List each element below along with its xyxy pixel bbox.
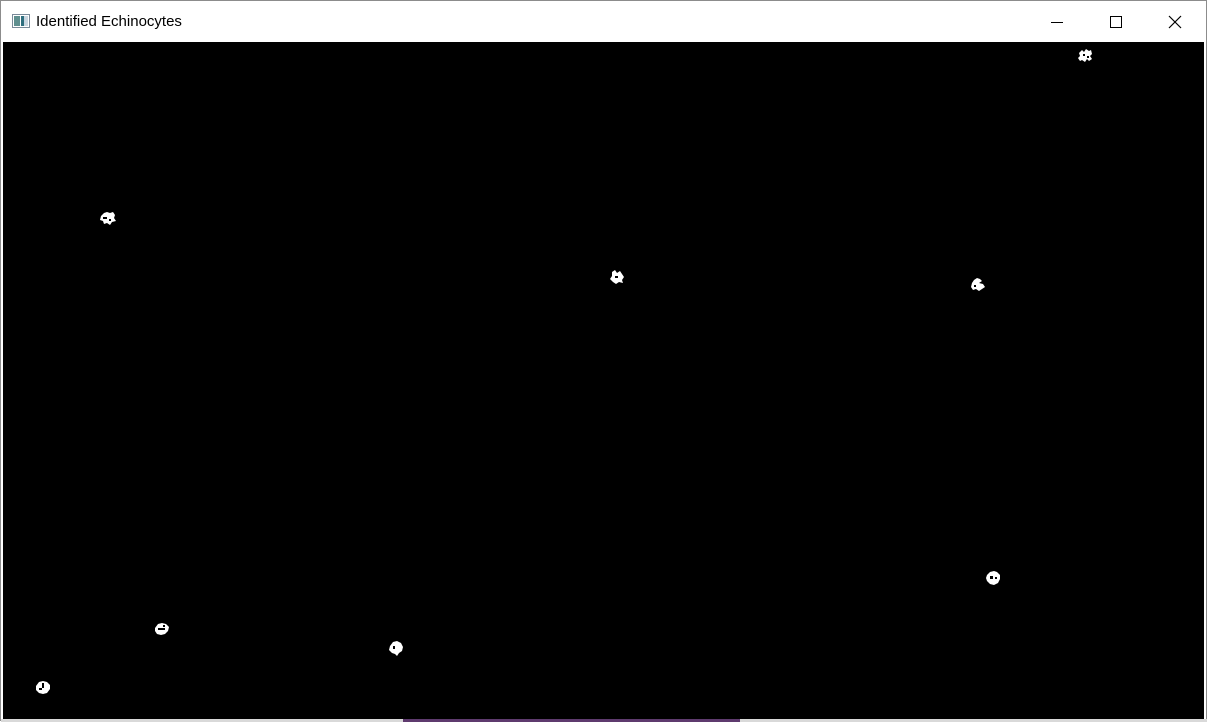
echinocyte-blob [986,571,1000,585]
echinocyte-blob [389,641,403,656]
close-icon [1168,15,1182,28]
echinocyte-blob [155,623,169,635]
maximize-button[interactable] [1087,1,1145,42]
app-window: Identified Echinocytes [0,0,1207,722]
echinocyte-blob [1078,49,1092,62]
maximize-icon [1110,15,1122,28]
echinocyte-blob [971,278,985,291]
app-icon [12,14,30,28]
echinocyte-blob [36,681,50,694]
minimize-icon [1051,21,1063,23]
window-title: Identified Echinocytes [36,13,182,30]
close-button[interactable] [1146,1,1204,42]
echinocyte-blob [610,270,624,284]
title-bar[interactable]: Identified Echinocytes [1,1,1206,42]
minimize-button[interactable] [1028,1,1086,42]
binary-image-canvas [3,42,1204,719]
echinocyte-blob [100,212,116,225]
